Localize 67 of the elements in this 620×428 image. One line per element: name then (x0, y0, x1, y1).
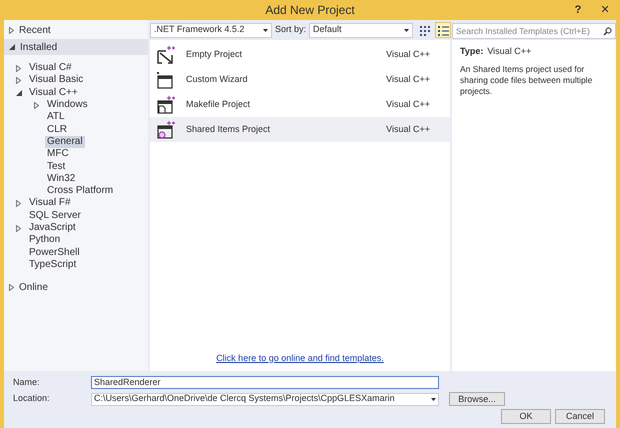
shared-window-icon (156, 120, 176, 138)
sidebar-section[interactable]: Installed (4, 39, 148, 55)
collapsed-arrow-icon[interactable] (16, 64, 21, 72)
search-icon (603, 26, 612, 36)
window-title: Add New Project (265, 2, 355, 19)
template-language: Visual C++ (386, 98, 430, 111)
tree-item[interactable]: Visual Basic (27, 74, 86, 86)
template-name: Shared Items Project (186, 122, 272, 136)
template-row[interactable]: Empty Project Visual C++ (150, 42, 450, 67)
name-label: Name: (13, 376, 41, 389)
tree-item[interactable]: SQL Server (27, 210, 83, 222)
file-window-icon (156, 96, 176, 114)
close-button[interactable]: ✕ (590, 0, 620, 20)
template-language: Visual C++ (386, 48, 430, 61)
collapsed-arrow-icon[interactable] (9, 284, 14, 291)
name-field[interactable]: SharedRenderer (91, 376, 439, 390)
sidebar-section[interactable]: Recent (4, 22, 148, 38)
template-row[interactable]: Shared Items Project Visual C++ (150, 117, 450, 142)
online-templates-link[interactable]: Click here to go online and find templates. (216, 352, 384, 366)
location-dropdown[interactable]: C:\Users\Gerhard\OneDrive\de Clercq Systems\Projects\CppGLESXamarin (91, 392, 439, 406)
tree-item[interactable]: TypeScript (27, 258, 78, 271)
tree-item[interactable]: Visual C# (27, 62, 74, 74)
tree-item[interactable]: ATL (45, 111, 67, 124)
template-row[interactable]: Custom Wizard Visual C++ (150, 67, 450, 92)
tree-item[interactable]: PowerShell (27, 246, 82, 259)
sidebar-section[interactable]: Online (4, 279, 148, 296)
dialog-button[interactable]: Cancel (555, 409, 605, 424)
tree-item[interactable]: Python (27, 234, 62, 246)
dropdown-caret-icon (404, 28, 410, 32)
dialog-button[interactable]: OK (501, 409, 551, 424)
browse-button[interactable]: Browse... (449, 392, 505, 406)
help-button[interactable]: ? (566, 0, 590, 20)
collapsed-arrow-icon[interactable] (16, 224, 21, 232)
template-name: Makefile Project (186, 98, 252, 111)
expanded-arrow-icon[interactable] (9, 44, 15, 50)
framework-dropdown[interactable]: .NET Framework 4.5.2 (150, 22, 272, 38)
tree-item[interactable]: Visual C++ (27, 86, 80, 99)
tree-item[interactable]: MFC (45, 148, 71, 160)
tree-item[interactable]: CLR (45, 124, 70, 136)
template-name: Custom Wizard (186, 72, 249, 86)
tree-item[interactable]: General (45, 136, 85, 148)
template-row[interactable]: Makefile Project Visual C++ (150, 92, 450, 117)
collapsed-arrow-icon[interactable] (16, 76, 21, 84)
collapsed-arrow-icon[interactable] (16, 200, 21, 207)
tree-item[interactable]: Cross Platform (45, 185, 116, 198)
collapsed-arrow-icon[interactable] (9, 26, 14, 34)
dropdown-caret-icon (431, 398, 436, 401)
template-language: Visual C++ (386, 122, 430, 136)
collapsed-arrow-icon[interactable] (34, 102, 39, 109)
tree-item[interactable]: JavaScript (27, 222, 78, 234)
sort-dropdown[interactable]: Default (309, 22, 414, 38)
tree-item[interactable]: Windows (45, 99, 90, 112)
search-field[interactable]: Search Installed Templates (Ctrl+E) (452, 23, 616, 39)
dropdown-caret-icon (263, 28, 268, 32)
expanded-arrow-icon[interactable] (16, 90, 22, 96)
tree-item[interactable]: Win32 (45, 172, 78, 185)
empty-project-icon (156, 46, 176, 64)
type-value: Visual C++ (487, 45, 532, 58)
type-label: Type: (460, 45, 484, 58)
list-view-button[interactable] (435, 22, 452, 38)
tree-item[interactable]: Visual F# (27, 197, 73, 210)
sort-label: Sort by: (275, 23, 306, 36)
location-label: Location: (13, 392, 51, 406)
tree-item[interactable]: Test (45, 160, 68, 173)
template-description: An Shared Items project used for sharing code files between multiple projects. (460, 64, 594, 96)
template-language: Visual C++ (386, 72, 430, 86)
template-name: Empty Project (186, 48, 244, 61)
